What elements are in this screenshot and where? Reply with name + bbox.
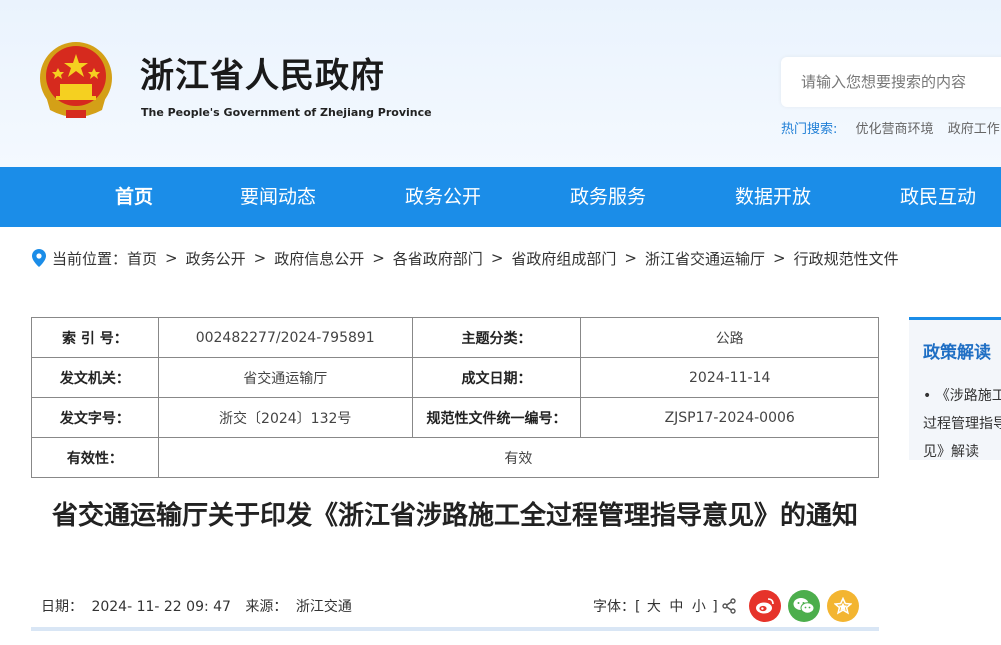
breadcrumb-item[interactable]: 政府信息公开 [274, 248, 364, 269]
nav-item-interaction[interactable]: 政民互动 [900, 167, 976, 227]
docno-label: 发文字号： [31, 397, 159, 438]
table-row: 有效性： 有效 [31, 437, 880, 478]
nav-item-news[interactable]: 要闻动态 [240, 167, 316, 227]
date-label: 成文日期： [411, 357, 582, 398]
hot-search-label: 热门搜索: [781, 122, 838, 137]
site-header: 浙江省人民政府 The People's Government of Zheji… [0, 0, 1001, 167]
code-value: ZJSP17-2024-0006 [580, 397, 879, 438]
document-meta-table: 索 引 号： 002482277/2024-795891 主题分类： 公路 发文… [31, 317, 880, 478]
publish-date-label: 日期： [41, 599, 83, 615]
national-emblem-icon[interactable] [36, 40, 116, 122]
issuer-value: 省交通运输厅 [157, 357, 413, 398]
breadcrumb-separator: > [490, 249, 504, 267]
date-value: 2024-11-14 [580, 357, 879, 398]
hot-search-item[interactable]: 政府工作 [948, 122, 1000, 137]
hot-search-item[interactable]: 优化营商环境 [856, 122, 934, 137]
main-nav: 首页 要闻动态 政务公开 政务服务 数据开放 政民互动 [0, 167, 1001, 227]
weibo-share-button[interactable] [749, 590, 781, 622]
font-size-close: ] [712, 599, 718, 615]
font-size-small[interactable]: 小 [692, 599, 706, 615]
favorite-button[interactable] [827, 590, 859, 622]
breadcrumb-prefix: 当前位置： [52, 249, 128, 268]
article-info-bar: 日期： 2024- 11- 22 09: 47 来源： 浙江交通 字体：[ 大 … [31, 590, 879, 630]
code-label: 规范性文件统一编号： [411, 397, 582, 438]
font-size-medium[interactable]: 中 [669, 599, 683, 615]
font-size-large[interactable]: 大 [647, 599, 661, 615]
breadcrumb-separator: > [773, 249, 786, 267]
location-pin-icon [32, 249, 46, 267]
policy-interpretation-panel: 政策解读 • 《涉路施工全过程管理指导意见》解读 [909, 317, 1001, 460]
wechat-icon [793, 598, 815, 614]
publish-date-value: 2024- 11- 22 09: 47 [91, 599, 231, 615]
source-value: 浙江交通 [295, 599, 352, 615]
breadcrumb-item[interactable]: 首页 [127, 248, 157, 269]
nav-item-gov-services[interactable]: 政务服务 [570, 167, 646, 227]
nav-item-gov-affairs[interactable]: 政务公开 [405, 167, 481, 227]
breadcrumb-item[interactable]: 行政规范性文件 [794, 248, 899, 269]
source-label: 来源： [245, 599, 288, 615]
favorite-icon [834, 597, 852, 615]
font-size-label: 字体：[ [593, 599, 641, 615]
topic-label: 主题分类： [411, 317, 582, 358]
bullet-icon: • [923, 388, 936, 404]
breadcrumb-separator: > [624, 249, 637, 267]
breadcrumb-item[interactable]: 政务公开 [186, 248, 246, 269]
site-title[interactable]: 浙江省人民政府 [140, 48, 385, 97]
index-label: 索 引 号： [31, 317, 159, 358]
validity-label: 有效性： [31, 437, 159, 478]
search-input[interactable] [781, 57, 1001, 107]
nav-item-open-data[interactable]: 数据开放 [735, 167, 811, 227]
breadcrumb-separator: > [372, 249, 385, 267]
policy-interpretation-item[interactable]: • 《涉路施工全过程管理指导意见》解读 [923, 382, 1001, 460]
table-row: 发文机关： 省交通运输厅 成文日期： 2024-11-14 [31, 357, 879, 398]
search-box [781, 57, 1001, 107]
breadcrumb: 当前位置： 首页 > 政务公开 > 政府信息公开 > 各省政府部门 > 省政府组… [32, 247, 899, 269]
validity-value: 有效 [157, 437, 880, 478]
info-divider [31, 627, 879, 631]
font-size-control: 字体：[ 大 中 小 ] [593, 596, 718, 616]
nav-item-home[interactable]: 首页 [115, 167, 153, 227]
article-title: 省交通运输厅关于印发《浙江省涉路施工全过程管理指导意见》的通知 [51, 501, 858, 531]
share-icon[interactable] [721, 598, 737, 614]
breadcrumb-separator: > [165, 249, 178, 267]
breadcrumb-item[interactable]: 省政府组成部门 [511, 248, 616, 269]
breadcrumb-item[interactable]: 浙江省交通运输厅 [645, 248, 765, 269]
weibo-icon [756, 598, 774, 614]
wechat-share-button[interactable] [788, 590, 820, 622]
table-row: 索 引 号： 002482277/2024-795891 主题分类： 公路 [31, 317, 879, 358]
site-subtitle: The People's Government of Zhejiang Prov… [141, 106, 432, 119]
table-row: 发文字号： 浙交〔2024〕132号 规范性文件统一编号： ZJSP17-202… [31, 397, 879, 438]
breadcrumb-item[interactable]: 各省政府部门 [393, 248, 483, 269]
policy-interpretation-title[interactable]: 政策解读 [923, 338, 991, 363]
topic-value: 公路 [580, 317, 879, 358]
docno-value: 浙交〔2024〕132号 [157, 397, 413, 438]
issuer-label: 发文机关： [31, 357, 159, 398]
article-meta: 日期： 2024- 11- 22 09: 47 来源： 浙江交通 [41, 596, 356, 616]
breadcrumb-separator: > [253, 249, 267, 267]
index-value: 002482277/2024-795891 [157, 317, 413, 358]
hot-search: 热门搜索: 优化营商环境 政府工作 [781, 118, 1001, 137]
